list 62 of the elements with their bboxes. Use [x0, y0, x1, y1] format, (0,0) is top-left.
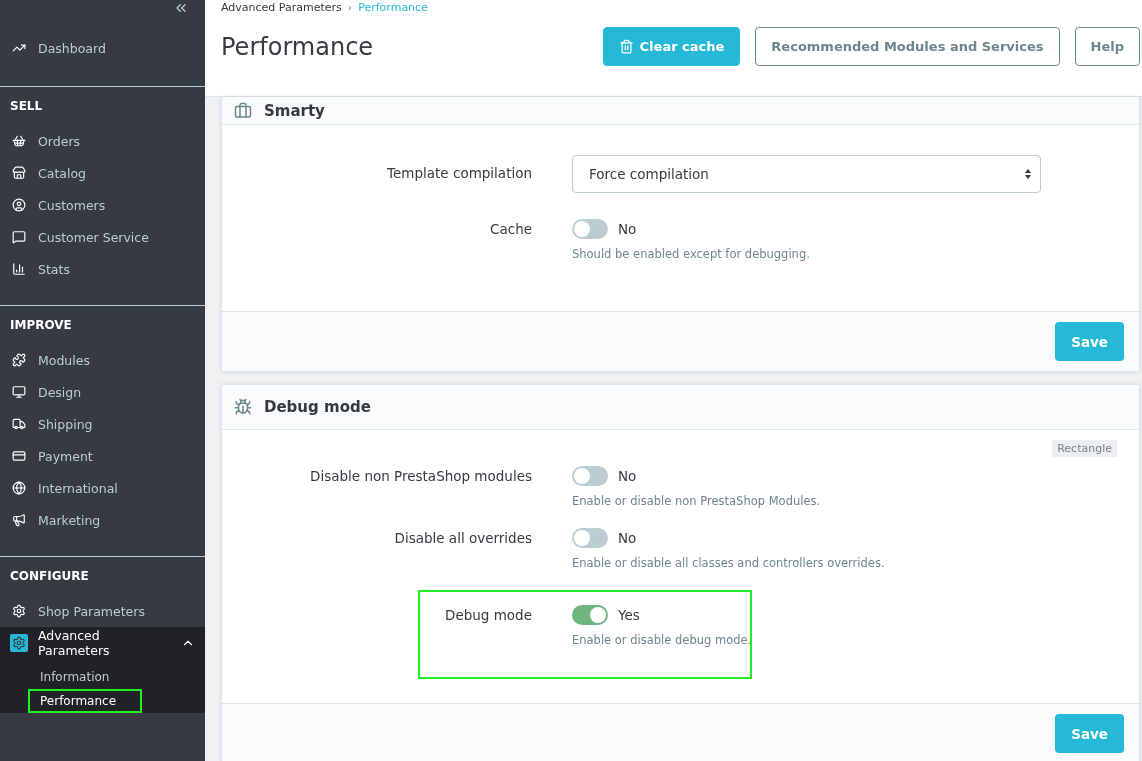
- tag-label: Rectangle: [1052, 440, 1117, 457]
- bar-chart-icon: [12, 262, 26, 276]
- monitor-icon: [12, 385, 26, 399]
- select-field[interactable]: Force compilation: [572, 155, 1041, 193]
- sidebar-item[interactable]: Dashboard: [10, 32, 195, 64]
- sidebar-item[interactable]: Shipping: [10, 408, 195, 440]
- puzzle-icon: [12, 353, 26, 367]
- sidebar-item[interactable]: Customer Service: [10, 221, 195, 253]
- sidebar-item[interactable]: Design: [10, 376, 195, 408]
- user-circle-icon: [12, 198, 26, 212]
- toggle-switch[interactable]: [572, 605, 608, 625]
- field-label: Debug mode: [444, 606, 532, 625]
- breadcrumb-separator: ›: [347, 1, 353, 14]
- breadcrumb-link[interactable]: Advanced Parameters: [221, 1, 342, 14]
- panel-title: Debug mode: [264, 398, 371, 416]
- gear-icon: [12, 636, 26, 650]
- toolbar-button[interactable]: Help: [1074, 27, 1140, 66]
- basket-icon: [12, 134, 26, 148]
- sort-caret-icon: [1024, 168, 1032, 180]
- switch-state: Yes: [618, 607, 640, 623]
- help-text: Should be enabled except for debugging.: [572, 247, 811, 261]
- sidebar-item[interactable]: Payment: [10, 440, 195, 472]
- megaphone-icon: [12, 513, 26, 527]
- store-icon: [12, 166, 26, 180]
- help-text: Enable or disable debug mode.: [572, 633, 753, 647]
- field-label: Disable non PrestaShop modules: [309, 467, 532, 486]
- toggle-switch[interactable]: [572, 528, 608, 548]
- switch-state: No: [618, 221, 637, 237]
- credit-card-icon: [12, 449, 26, 463]
- switch-state: No: [618, 468, 637, 484]
- section-heading: SELL: [10, 99, 44, 115]
- section-heading: CONFIGURE: [10, 569, 90, 585]
- switch-state: No: [618, 530, 637, 546]
- section-heading: IMPROVE: [10, 318, 73, 334]
- toggle-switch[interactable]: [572, 219, 608, 239]
- page-title: Performance: [221, 32, 374, 61]
- sidebar-item[interactable]: Marketing: [10, 504, 195, 536]
- gear-icon: [12, 604, 26, 618]
- help-text: Enable or disable all classes and controllers overrides.: [572, 556, 886, 570]
- submenu-item[interactable]: Information: [28, 665, 142, 689]
- sidebar-item[interactable]: Stats: [10, 253, 195, 285]
- toggle-switch[interactable]: [572, 466, 608, 486]
- panel-title: Smarty: [264, 101, 325, 120]
- field-label: Template compilation: [386, 164, 532, 183]
- toolbar-button[interactable]: Recommended Modules and Services: [755, 27, 1060, 66]
- sidebar-item[interactable]: Catalog: [10, 157, 195, 189]
- sidebar-item[interactable]: Advanced Parameters: [0, 627, 205, 659]
- globe-icon: [12, 481, 26, 495]
- sidebar-item[interactable]: Shop Parameters: [10, 595, 195, 627]
- trash-icon: [618, 39, 634, 54]
- field-label: Disable all overrides: [393, 529, 532, 548]
- help-text: Enable or disable non PrestaShop Modules.: [572, 494, 822, 508]
- field-label: Cache: [489, 220, 532, 239]
- chat-bubble-icon: [12, 230, 26, 244]
- toolbox-icon: [234, 101, 252, 120]
- sidebar-item[interactable]: Modules: [10, 344, 195, 376]
- submenu-item[interactable]: Performance: [28, 689, 142, 713]
- sidebar-item[interactable]: Customers: [10, 189, 195, 221]
- bug-icon: [234, 398, 252, 416]
- sidebar-item[interactable]: International: [10, 472, 195, 504]
- sidebar-item[interactable]: Orders: [10, 125, 195, 157]
- truck-icon: [12, 417, 26, 431]
